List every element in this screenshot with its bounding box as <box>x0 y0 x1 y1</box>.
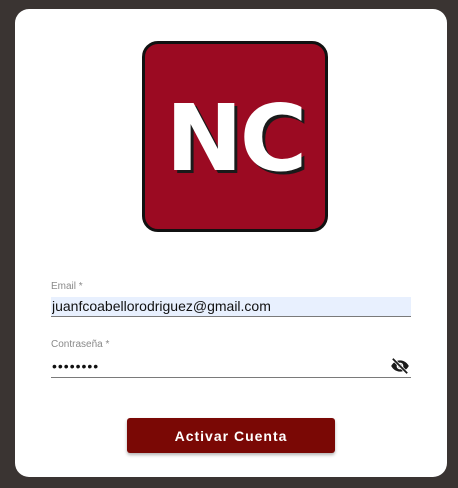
login-card: NC Email * Contraseña * Activar Cuenta <box>15 9 447 477</box>
activate-account-button[interactable]: Activar Cuenta <box>127 418 335 453</box>
email-field[interactable] <box>51 297 411 317</box>
password-wrapper <box>51 355 411 378</box>
password-field[interactable] <box>51 355 411 378</box>
app-logo: NC <box>142 41 328 232</box>
email-group: Email * <box>51 281 411 317</box>
logo-text: NC <box>165 84 308 192</box>
password-group: Contraseña * <box>51 339 411 378</box>
password-label: Contraseña * <box>51 339 110 350</box>
email-label: Email * <box>51 281 83 292</box>
eye-off-icon[interactable] <box>389 357 411 375</box>
